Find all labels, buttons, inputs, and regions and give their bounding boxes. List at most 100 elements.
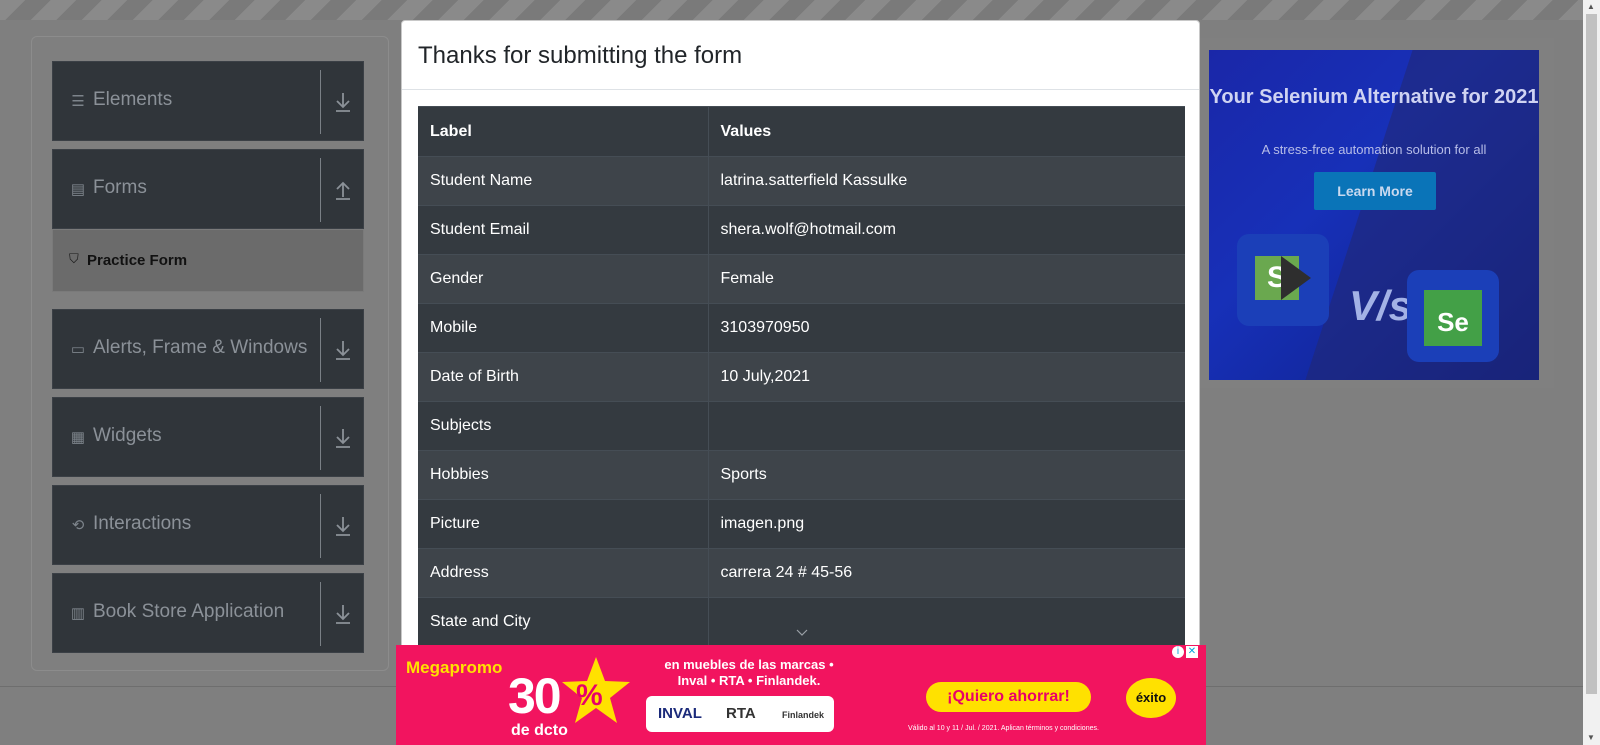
sidebar-item-practice-form[interactable]: ⛉ Practice Form [52,229,364,292]
ad-versus: V/s [1349,282,1413,329]
learn-more-button[interactable]: Learn More [1314,172,1436,210]
modal-header: Thanks for submitting the form [402,21,1199,90]
sidebar-group-label: Widgets [93,425,162,446]
table-row: State and City [418,597,1185,647]
sidebar-group-elements[interactable]: ☰ Elements [52,61,364,141]
table-row: Date of Birth 10 July,2021 [418,352,1185,402]
divider [320,494,321,558]
chevron-down-icon [796,629,808,636]
table-row: Picture imagen.png [418,499,1185,549]
books-icon: ▥ [70,605,86,622]
ad-close-icon[interactable]: ✕ [1186,646,1198,658]
divider [320,406,321,470]
ad-subtitle: A stress-free automation solution for al… [1261,142,1487,157]
sidebar-group-label: Alerts, Frame & Windows [93,337,308,358]
row-label: Student Name [418,156,709,206]
html5-icon: ⛉ [69,251,79,266]
brand-logo: RTA [726,705,756,722]
table-row: Student Name latrina.satterfield Kassulke [418,156,1185,206]
ad-info-icon[interactable]: i [1172,646,1184,658]
download-arrow-icon [336,93,350,112]
upload-arrow-icon [336,181,350,200]
divider [320,158,321,222]
row-value: 10 July,2021 [708,352,1185,402]
download-arrow-icon [336,429,350,448]
submission-table: Label Values Student Name latrina.satterf… [418,106,1185,647]
row-label: State and City [418,597,709,647]
row-label: Hobbies [418,450,709,500]
row-value: carrera 24 # 45-56 [708,548,1185,598]
download-arrow-icon [336,341,350,360]
sidebar-group-alerts-frame-windows[interactable]: ▭ Alerts, Frame & Windows [52,309,364,389]
page-header-background [0,0,1583,20]
ad-logo-left: S [1237,234,1329,326]
row-value [708,401,1185,451]
sidebar-item-label: Practice Form [87,252,188,269]
scroll-up-arrow-icon[interactable]: ▲ [1587,2,1596,11]
sidebar-group-forms[interactable]: ▤ Forms [52,149,364,229]
table-header-row: Label Values [418,106,1185,157]
download-arrow-icon [336,605,350,624]
row-value: shera.wolf@hotmail.com [708,205,1185,255]
scrollbar-thumb[interactable] [1586,14,1597,694]
ad-logo-right: Se [1407,270,1499,362]
row-value: Female [708,254,1185,304]
row-value: imagen.png [708,499,1185,549]
table-row: Gender Female [418,254,1185,304]
row-label: Gender [418,254,709,304]
row-value: latrina.satterfield Kassulke [708,156,1185,206]
download-arrow-icon [336,517,350,536]
sidebar-group-book-store[interactable]: ▥ Book Store Application [52,573,364,653]
window-icon: ▭ [70,341,86,358]
row-label: Student Email [418,205,709,255]
ad-brand-logos: INVAL RTA Finlandek [646,696,834,732]
ad-brand: Megapromo [406,658,503,677]
column-header-label: Label [418,106,709,157]
ad-legal-text: Válido al 10 y 11 / Jul. / 2021. Aplican… [908,725,1099,732]
ad-logo-chevron [1281,256,1311,300]
sidebar-group-label: Interactions [93,513,192,534]
table-row: Student Email shera.wolf@hotmail.com [418,205,1185,255]
table-row: Subjects [418,401,1185,451]
row-label: Subjects [418,401,709,451]
ad-percent-sign: % [576,679,603,712]
row-value: 3103970950 [708,303,1185,353]
row-label: Mobile [418,303,709,353]
sidebar-group-label: Book Store Application [93,601,285,622]
scrollbar[interactable]: ▲ ▼ [1583,0,1600,745]
modal-title: Thanks for submitting the form [418,42,743,69]
row-label: Address [418,548,709,598]
row-value: Sports [708,450,1185,500]
row-label: Picture [418,499,709,549]
ad-banner-right[interactable]: Your Selenium Alternative for 2021 A str… [1198,38,1554,388]
ad-logo-letter: Se [1424,290,1482,346]
list-icon: ☰ [71,93,85,110]
ad-title: Your Selenium Alternative for 2021 [1209,86,1539,108]
ad-discount-number: 30 [508,668,562,724]
table-row: Mobile 3103970950 [418,303,1185,353]
sidebar-group-label: Elements [93,89,173,110]
scroll-down-arrow-icon[interactable]: ▼ [1587,733,1596,742]
ad-banner-bottom[interactable]: Megapromo 30 % de dcto en muebles de las… [396,645,1206,745]
table-row: Address carrera 24 # 45-56 [418,548,1185,598]
sidebar-group-interactions[interactable]: ⟲ Interactions [52,485,364,565]
divider [320,318,321,382]
row-label: Date of Birth [418,352,709,402]
store-logo: éxito [1126,678,1176,718]
interactions-icon: ⟲ [71,517,85,534]
divider [320,582,321,646]
row-value [708,597,1185,647]
ad-brands-text: en muebles de las marcas • Inval • RTA •… [664,657,834,688]
ad-discount-label: de dcto [511,722,568,739]
column-header-values: Values [708,106,1185,157]
sidebar-group-label: Forms [93,177,147,198]
ad-cta-button[interactable]: ¡Quiero ahorrar! [926,682,1091,712]
table-row: Hobbies Sports [418,450,1185,500]
brand-logo: Finlandek [782,710,825,720]
divider [320,70,321,134]
brand-logo: INVAL [658,705,702,722]
document-icon: ▤ [70,181,86,198]
sidebar-group-widgets[interactable]: ▦ Widgets [52,397,364,477]
widgets-icon: ▦ [70,429,86,446]
ad-banner-image: Your Selenium Alternative for 2021 A str… [1209,50,1539,380]
